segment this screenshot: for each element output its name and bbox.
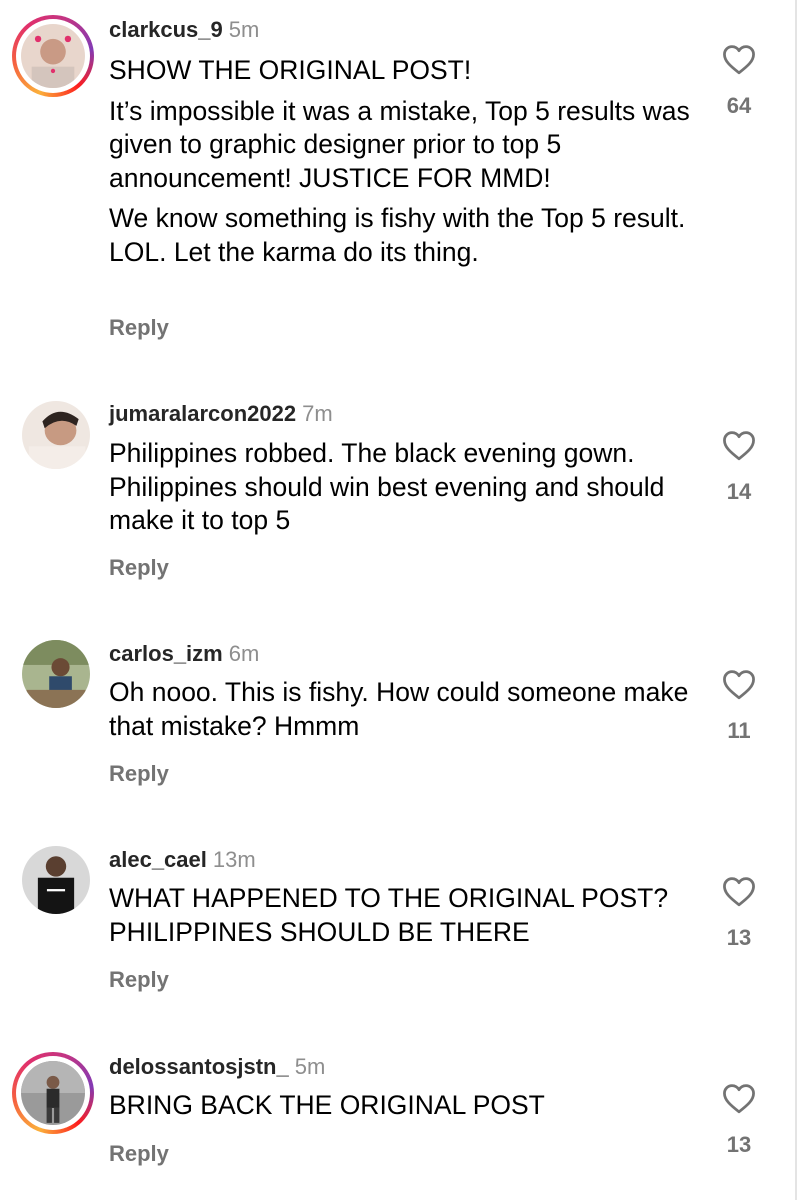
comment-timestamp: 6m <box>228 641 260 666</box>
comment-username[interactable]: jumaralarcon2022 <box>109 401 296 426</box>
comment-text: Oh nooo. This is fishy. How could someon… <box>109 676 709 750</box>
reply-button[interactable]: Reply <box>109 555 169 581</box>
comments-page: clarkcus_9 5m SHOW THE ORIGINAL POST! It’… <box>0 0 797 1200</box>
reply-button[interactable]: Reply <box>109 761 169 787</box>
heart-outline-icon[interactable] <box>721 429 757 461</box>
comment-text: WHAT HAPPENED TO THE ORIGINAL POST? PHIL… <box>109 882 709 956</box>
comment-username[interactable]: clarkcus_9 <box>109 17 223 42</box>
avatar-container[interactable] <box>22 846 90 914</box>
avatar-story-ring[interactable] <box>12 15 94 97</box>
heart-outline-icon[interactable] <box>721 668 757 700</box>
avatar-container[interactable] <box>22 401 90 469</box>
comment-paragraph: Philippines robbed. The black evening go… <box>109 438 665 535</box>
comment-paragraph: WHAT HAPPENED TO THE ORIGINAL POST? PHIL… <box>109 883 669 947</box>
reply-button[interactable]: Reply <box>109 315 169 341</box>
like-column: 11 <box>712 668 766 744</box>
like-count: 13 <box>726 1132 752 1157</box>
like-count: 14 <box>726 479 752 504</box>
like-column: 13 <box>712 875 766 951</box>
comment-paragraph: SHOW THE ORIGINAL POST! <box>109 55 472 85</box>
like-count: 11 <box>727 718 751 743</box>
comment-timestamp: 5m <box>228 17 260 42</box>
comment-header: alec_cael 13m <box>109 847 256 873</box>
avatar <box>21 1061 85 1125</box>
heart-outline-icon[interactable] <box>721 43 757 75</box>
avatar <box>22 640 90 708</box>
like-column: 64 <box>712 43 766 119</box>
like-count: 64 <box>726 93 752 118</box>
comment-paragraph: Oh nooo. This is fishy. How could someon… <box>109 677 689 741</box>
avatar <box>22 846 90 914</box>
reply-button[interactable]: Reply <box>109 967 169 993</box>
like-count: 13 <box>726 925 752 950</box>
comment-header: carlos_izm 6m <box>109 641 259 667</box>
avatar-photo-icon <box>22 401 90 469</box>
heart-outline-icon[interactable] <box>721 875 757 907</box>
heart-outline-icon[interactable] <box>721 1082 757 1114</box>
comment-timestamp: 13m <box>212 847 256 872</box>
like-column: 13 <box>712 1082 766 1158</box>
comment-paragraph: We know something is fishy with the Top … <box>109 203 686 267</box>
comment-text: BRING BACK THE ORIGINAL POST <box>109 1089 709 1130</box>
comment-timestamp: 5m <box>294 1054 326 1079</box>
comment-username[interactable]: delossantosjstn_ <box>109 1054 289 1079</box>
avatar-story-ring[interactable] <box>12 1052 94 1134</box>
avatar <box>21 24 85 88</box>
comment-paragraph: It’s impossible it was a mistake, Top 5 … <box>109 95 690 193</box>
reply-button[interactable]: Reply <box>109 1141 169 1167</box>
avatar-photo-icon <box>22 846 90 914</box>
avatar-photo-icon <box>21 24 85 88</box>
comment-username[interactable]: alec_cael <box>109 847 207 872</box>
avatar-photo-icon <box>22 640 90 708</box>
like-column: 14 <box>712 429 766 505</box>
comment-paragraph: BRING BACK THE ORIGINAL POST <box>109 1090 545 1120</box>
comment-text: Philippines robbed. The black evening go… <box>109 437 709 545</box>
comment-username[interactable]: carlos_izm <box>109 641 223 666</box>
comment-header: delossantosjstn_ 5m <box>109 1054 325 1080</box>
avatar-photo-icon <box>21 1061 85 1125</box>
comment-header: clarkcus_9 5m <box>109 17 259 43</box>
avatar <box>22 401 90 469</box>
comment-header: jumaralarcon2022 7m <box>109 401 333 427</box>
avatar-container[interactable] <box>22 640 90 708</box>
comment-text: SHOW THE ORIGINAL POST! It’s impossible … <box>109 54 709 276</box>
comment-timestamp: 7m <box>302 401 333 426</box>
